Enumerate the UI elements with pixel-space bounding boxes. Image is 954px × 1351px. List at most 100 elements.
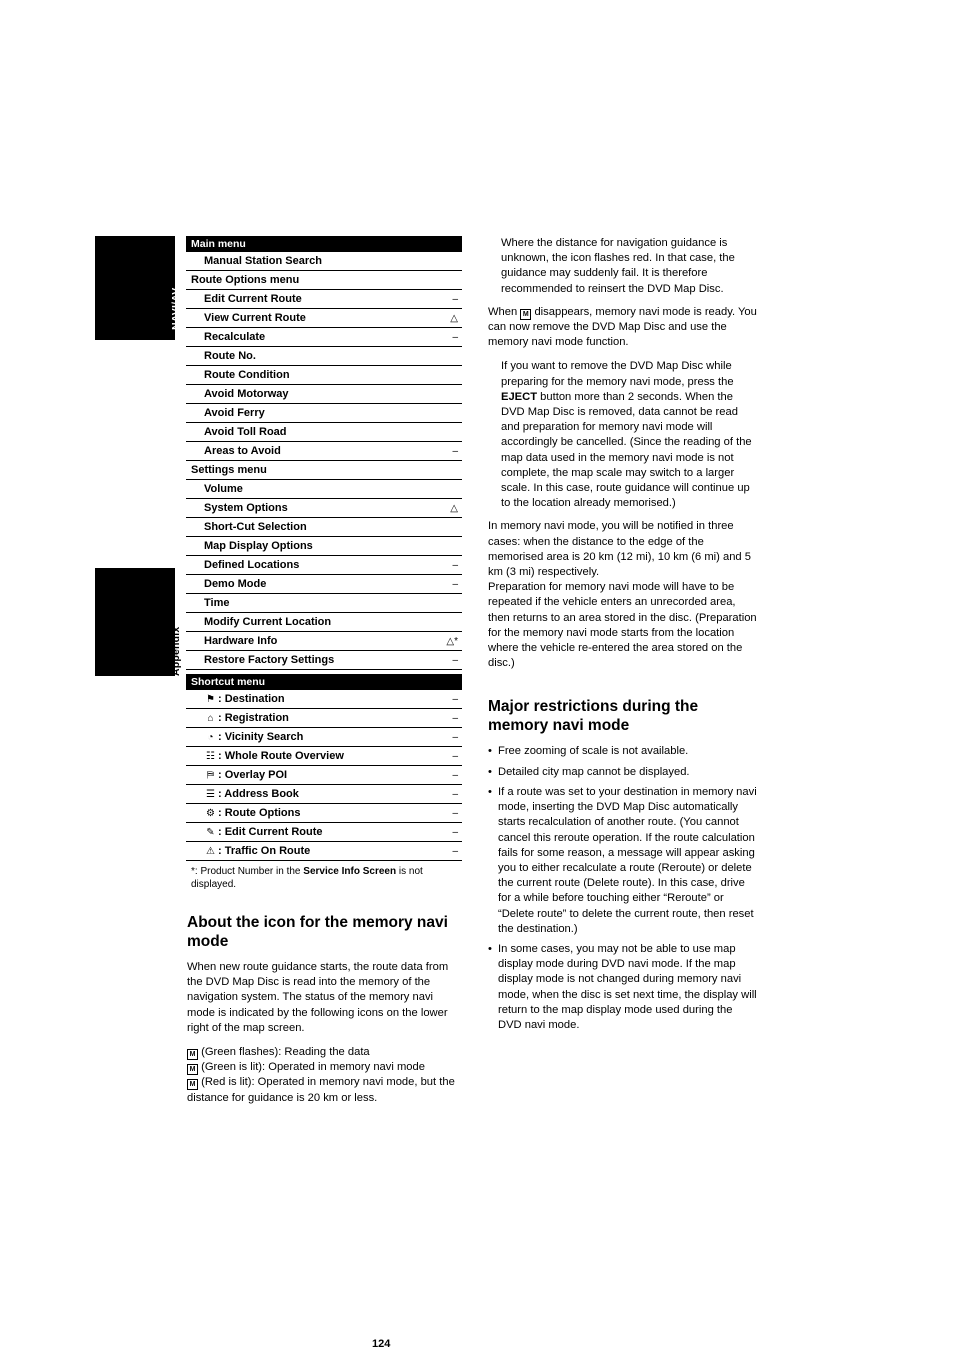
- shortcut-menu-row-mark: –: [452, 751, 458, 762]
- shortcut-menu-table: ⚑: Destination – ⌂: Registration – ◔: Vicini…: [186, 690, 462, 861]
- left-column: Main menu Manual Station Search Route Opt…: [186, 236, 462, 1350]
- left-article-paragraph-1: When new route guidance starts, the rout…: [187, 961, 449, 1034]
- list-item: In some cases, you may not be able to us…: [487, 942, 757, 1033]
- main-menu-row: Hardware Info △*: [186, 632, 462, 651]
- main-menu-row-mark: –: [452, 579, 458, 590]
- main-menu-row: Map Display Options: [186, 537, 462, 556]
- right-paragraph-3: If you want to remove the DVD Map Disc w…: [487, 359, 757, 511]
- shortcut-item-icon: ☰: [206, 789, 215, 800]
- right-paragraph-1: Where the distance for navigation guidan…: [501, 237, 735, 295]
- right-paragraph-2: When M disappears, memory navi mode is r…: [487, 305, 757, 351]
- shortcut-menu-row: ⌂: Registration –: [186, 709, 462, 728]
- shortcut-item-icon: ☷: [206, 751, 215, 762]
- main-menu-row-mark: –: [452, 446, 458, 457]
- memory-navi-icon: M: [187, 1079, 198, 1091]
- icon-status-text: (Green flashes): Reading the data: [201, 1046, 370, 1059]
- shortcut-item-icon: ⚙: [206, 808, 215, 819]
- shortcut-menu-row: ◔: Vicinity Search –: [186, 728, 462, 747]
- main-menu-row-label: Edit Current Route: [204, 293, 302, 305]
- shortcut-menu-row-mark: –: [452, 732, 458, 743]
- main-menu-row: Defined Locations –: [186, 556, 462, 575]
- shortcut-menu-row-mark: –: [452, 808, 458, 819]
- footnote-bold: Service Info Screen: [303, 866, 397, 877]
- shortcut-menu-row-mark: –: [452, 770, 458, 781]
- footnote: *: Product Number in the Service Info Sc…: [186, 866, 462, 891]
- shortcut-menu-row-mark: –: [452, 827, 458, 838]
- main-menu-row: Modify Current Location: [186, 613, 462, 632]
- main-menu-row-label: Route No.: [204, 350, 256, 362]
- main-menu-row-label: Settings menu: [191, 464, 267, 476]
- list-item: Free zooming of scale is not available.: [487, 744, 757, 759]
- right-paragraph-2-pre: When: [488, 305, 521, 318]
- sidebar-tab-navi-label: NAVI/AV: [170, 287, 182, 330]
- main-menu-row-label: Defined Locations: [204, 559, 300, 571]
- main-menu-row-label: System Options: [204, 502, 288, 514]
- main-menu-row-mark: △: [450, 313, 458, 324]
- main-menu-table: Manual Station Search Route Options menu E…: [186, 252, 462, 670]
- main-menu-row: Avoid Ferry: [186, 404, 462, 423]
- main-menu-row: Short-Cut Selection: [186, 518, 462, 537]
- list-item: If a route was set to your destination i…: [487, 785, 757, 937]
- shortcut-menu-row-mark: –: [452, 713, 458, 724]
- main-menu-row: Edit Current Route –: [186, 290, 462, 309]
- right-article-heading: Major restrictions during the memory nav…: [488, 698, 699, 735]
- sidebar-tab-bottom: [95, 568, 175, 676]
- right-paragraph-4: In memory navi mode, you will be notifie…: [488, 520, 751, 579]
- main-menu-row: Route No.: [186, 347, 462, 366]
- main-menu-row: Avoid Toll Road: [186, 423, 462, 442]
- shortcut-item-icon: ⚑: [206, 694, 215, 705]
- shortcut-menu-row-mark: –: [452, 789, 458, 800]
- main-menu-row-label: Avoid Ferry: [204, 407, 265, 419]
- main-menu-row-mark: –: [452, 332, 458, 343]
- main-menu-row: Manual Station Search: [186, 252, 462, 271]
- main-menu-row-label: Map Display Options: [204, 540, 313, 552]
- shortcut-menu-row-label: : Vicinity Search: [218, 731, 304, 743]
- main-menu-row: Recalculate –: [186, 328, 462, 347]
- main-menu-row-label: Hardware Info: [204, 635, 278, 647]
- shortcut-menu-row: ⚠: Traffic On Route –: [186, 842, 462, 861]
- page-number: 124: [372, 1338, 391, 1350]
- main-menu-row-label: Recalculate: [204, 331, 266, 343]
- main-menu-row-label: Manual Station Search: [204, 255, 322, 267]
- main-menu-row-label: Modify Current Location: [204, 616, 332, 628]
- main-menu-row-label: View Current Route: [204, 312, 306, 324]
- right-paragraph-5: Preparation for memory navi mode will ha…: [488, 581, 757, 670]
- shortcut-menu-row-label: : Destination: [218, 693, 285, 705]
- shortcut-menu-row-label: : Whole Route Overview: [218, 750, 344, 762]
- main-menu-row-mark: △: [450, 503, 458, 514]
- shortcut-menu-row-label: : Edit Current Route: [218, 826, 323, 838]
- main-menu-row-label: Volume: [204, 483, 243, 495]
- main-menu-row-label: Demo Mode: [204, 578, 267, 590]
- shortcut-menu-row: ⚙: Route Options –: [186, 804, 462, 823]
- shortcut-item-icon: ✎: [206, 827, 215, 838]
- shortcut-menu-row-label: : Registration: [218, 712, 289, 724]
- shortcut-menu-row: ⚑: Destination –: [186, 690, 462, 709]
- main-menu-row-label: Time: [204, 597, 230, 609]
- main-menu-row: Settings menu: [186, 461, 462, 480]
- main-menu-row: Demo Mode –: [186, 575, 462, 594]
- shortcut-item-icon: ⚠: [206, 846, 215, 857]
- main-menu-row-label: Short-Cut Selection: [204, 521, 307, 533]
- main-menu-row-label: Route Options menu: [191, 274, 300, 286]
- eject-button-label: EJECT: [501, 390, 538, 403]
- main-menu-row-mark: –: [452, 655, 458, 666]
- shortcut-menu-row-mark: –: [452, 694, 458, 705]
- shortcut-menu-row-label: : Traffic On Route: [218, 845, 311, 857]
- right-paragraph-3-pre: If you want to remove the DVD Map Disc w…: [501, 360, 734, 388]
- main-menu-row-label: Route Condition: [204, 369, 290, 381]
- shortcut-menu-header: Shortcut menu: [186, 674, 462, 690]
- shortcut-menu-row-label: : Address Book: [218, 788, 299, 800]
- shortcut-menu-row-mark: –: [452, 846, 458, 857]
- memory-navi-icon: M: [520, 308, 532, 320]
- right-paragraph-3-post: button more than 2 seconds. When the DVD…: [501, 390, 752, 510]
- icon-status-line: M (Green flashes): Reading the data: [186, 1045, 462, 1061]
- main-menu-row-mark: –: [452, 294, 458, 305]
- main-menu-row: View Current Route △: [186, 309, 462, 328]
- sidebar-tab-top: [95, 236, 175, 340]
- main-menu-row: Route Condition: [186, 366, 462, 385]
- shortcut-menu-row-label: : Route Options: [218, 807, 301, 819]
- main-menu-row-label: Avoid Toll Road: [204, 426, 287, 438]
- icon-status-line: M (Red is lit): Operated in memory navi …: [186, 1075, 462, 1105]
- icon-status-list: M (Green flashes): Reading the data M (Gr…: [186, 1045, 462, 1106]
- main-menu-row: Restore Factory Settings –: [186, 651, 462, 670]
